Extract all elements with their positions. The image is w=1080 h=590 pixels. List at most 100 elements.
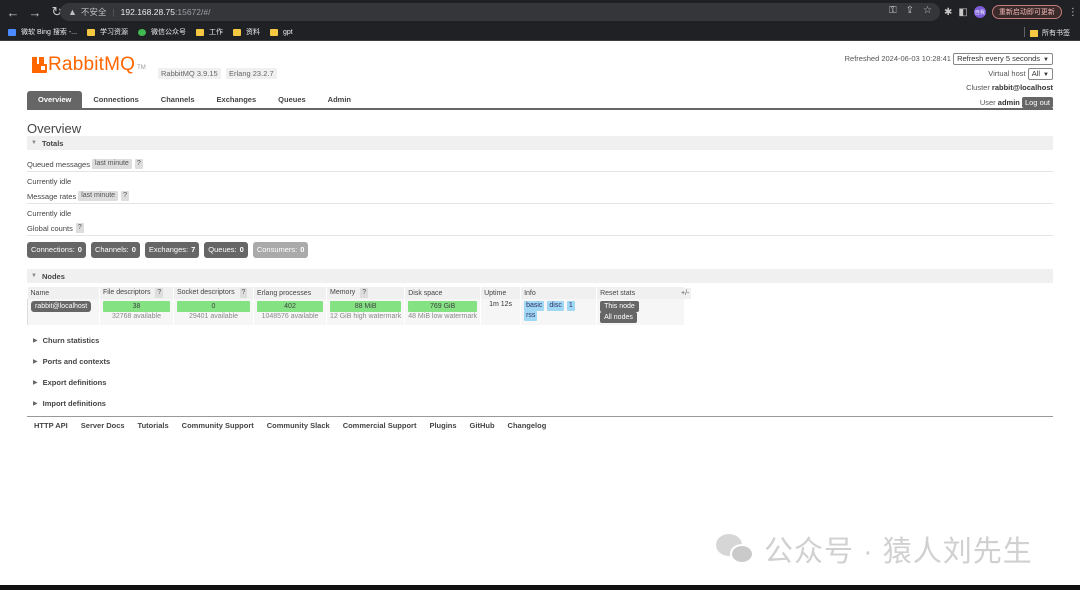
memory-gauge: 88 MiB: [330, 301, 402, 312]
collapsible-label: Churn statistics: [42, 336, 100, 345]
key-icon[interactable]: ⚿: [889, 5, 897, 16]
bookmark-data[interactable]: 资料: [233, 27, 260, 37]
bookmark-work[interactable]: 工作: [196, 27, 223, 37]
column-toggle-button[interactable]: +/-: [679, 288, 692, 299]
sidepanel-icon[interactable]: ◧: [958, 7, 967, 18]
watermark-text: 公众号 · 猿人刘先生: [764, 536, 1033, 568]
export-definitions-toggle[interactable]: ▶ Export definitions: [33, 378, 106, 387]
consumers-count-button[interactable]: Consumers: 0: [252, 242, 309, 258]
refresh-select-value: Refresh every 5 seconds: [957, 54, 1041, 64]
insecure-label: 不安全: [80, 7, 107, 17]
back-icon[interactable]: ←: [4, 3, 22, 21]
menu-icon[interactable]: ⋮: [1068, 7, 1078, 18]
triangle-down-icon: ▼: [31, 273, 37, 279]
footer-link-github[interactable]: GitHub: [470, 421, 495, 430]
forward-icon[interactable]: →: [26, 3, 44, 21]
column-header: Reset stats: [596, 287, 686, 299]
column-header: Disk space: [404, 287, 482, 299]
bookmark-label: 工作: [209, 29, 224, 36]
bookmark-study[interactable]: 学习资源: [87, 27, 128, 37]
logout-button[interactable]: Log out: [1021, 96, 1053, 108]
info-tag: basic: [524, 301, 545, 311]
footer-link-plugins[interactable]: Plugins: [429, 421, 456, 430]
reset-all-nodes-button[interactable]: All nodes: [600, 312, 637, 323]
tab-admin[interactable]: Admin: [317, 91, 362, 108]
divider: [27, 171, 1053, 172]
disk-space-cell: 769 GiB 48 MiB low watermark: [404, 299, 482, 325]
file-descriptors-gauge: 38: [103, 301, 170, 312]
bookmark-label: 资料: [246, 29, 261, 36]
profile-avatar[interactable]: 自我: [973, 6, 986, 18]
queues-count-button[interactable]: Queues: 0: [204, 242, 248, 258]
footer-link-community-support[interactable]: Community Support: [182, 421, 254, 430]
footer-link-server-docs[interactable]: Server Docs: [81, 421, 125, 430]
help-button[interactable]: ?: [360, 288, 369, 298]
tab-overview[interactable]: Overview: [27, 91, 83, 108]
bookmark-wechat[interactable]: 微信公众号: [138, 27, 186, 37]
vhost-select-value: All: [1031, 68, 1041, 78]
channels-count-button[interactable]: Channels: 0: [90, 242, 140, 258]
ports-contexts-toggle[interactable]: ▶ Ports and contexts: [33, 357, 110, 366]
url-separator: |: [112, 7, 115, 17]
queued-messages-range[interactable]: last minute: [91, 159, 132, 169]
footer-link-changelog[interactable]: Changelog: [508, 421, 547, 430]
queued-messages-row: Queued messages last minute ?: [27, 159, 143, 169]
nodes-section-header[interactable]: ▼ Nodes: [27, 269, 1053, 283]
help-button[interactable]: ?: [239, 288, 248, 298]
cluster-label: Cluster: [966, 83, 990, 92]
help-button[interactable]: ?: [75, 223, 84, 233]
rabbitmq-logo[interactable]: RabbitMQ TM: [32, 55, 146, 74]
totals-section-header[interactable]: ▼ Totals: [27, 136, 1053, 150]
help-button[interactable]: ?: [134, 159, 143, 169]
socket-descriptors-cell: 0 29401 available: [173, 299, 254, 325]
help-button[interactable]: ?: [155, 288, 164, 298]
global-counts-label: Global counts: [27, 223, 73, 233]
bookmark-bing[interactable]: 微软 Bing 搜索 -...: [8, 27, 77, 37]
tab-connections[interactable]: Connections: [82, 91, 149, 108]
column-header: Memory ?: [326, 287, 406, 299]
exchanges-count-button[interactable]: Exchanges: 7: [144, 242, 200, 258]
address-bar[interactable]: ▲ 不安全 | 192.168.28.75:15672/#/ ⚿ ⇪ ☆: [60, 3, 940, 21]
column-header-label: File descriptors: [103, 289, 151, 296]
triangle-right-icon: ▶: [33, 401, 38, 407]
tab-queues[interactable]: Queues: [267, 91, 317, 108]
bookmark-gpt[interactable]: gpt: [270, 28, 293, 36]
footer-link-community-slack[interactable]: Community Slack: [267, 421, 330, 430]
page-title: Overview: [27, 121, 82, 136]
vhost-label: Virtual host: [988, 68, 1026, 78]
bookmark-label: 微信公众号: [151, 29, 187, 36]
queued-messages-label: Queued messages: [27, 159, 90, 169]
watermark: 公众号 · 猿人刘先生: [716, 528, 1033, 570]
nodes-title: Nodes: [41, 271, 65, 281]
erlang-processes-available: 1048576 available: [261, 313, 319, 320]
refresh-select[interactable]: Refresh every 5 seconds ▼: [953, 53, 1053, 66]
vhost-select[interactable]: All ▼: [1027, 67, 1053, 80]
column-header-label: Memory: [330, 289, 356, 296]
update-button[interactable]: 重新启动即可更新: [991, 5, 1062, 19]
message-rates-range[interactable]: last minute: [78, 191, 119, 201]
connections-count-button[interactable]: Connections: 0: [27, 242, 86, 258]
bookmark-label: 学习资源: [100, 29, 129, 36]
footer-link-http-api[interactable]: HTTP API: [34, 421, 68, 430]
extensions-icon[interactable]: ✱: [944, 7, 952, 18]
count-value: 0: [300, 245, 305, 254]
help-button[interactable]: ?: [121, 191, 129, 201]
chevron-down-icon: ▼: [1043, 71, 1049, 78]
all-bookmarks[interactable]: 所有书签: [1030, 28, 1070, 38]
info-cell: basic disc 1 rss: [520, 299, 598, 325]
import-definitions-toggle[interactable]: ▶ Import definitions: [33, 399, 106, 408]
message-rates-row: Message rates last minute ?: [27, 191, 129, 201]
reset-this-node-button[interactable]: This node: [600, 301, 639, 312]
count-label: Exchanges:: [148, 245, 189, 254]
churn-statistics-toggle[interactable]: ▶ Churn statistics: [33, 336, 99, 345]
footer-link-commercial-support[interactable]: Commercial Support: [343, 421, 417, 430]
node-link[interactable]: rabbit@localhost: [31, 301, 92, 312]
star-icon[interactable]: ☆: [923, 5, 932, 16]
triangle-down-icon: ▼: [31, 140, 37, 146]
all-bookmarks-label: 所有书签: [1042, 30, 1070, 37]
tab-channels[interactable]: Channels: [150, 91, 206, 108]
share-icon[interactable]: ⇪: [906, 5, 914, 16]
footer-link-tutorials[interactable]: Tutorials: [138, 421, 169, 430]
tab-exchanges[interactable]: Exchanges: [206, 91, 268, 108]
url-path: :15672/#/: [175, 7, 211, 17]
